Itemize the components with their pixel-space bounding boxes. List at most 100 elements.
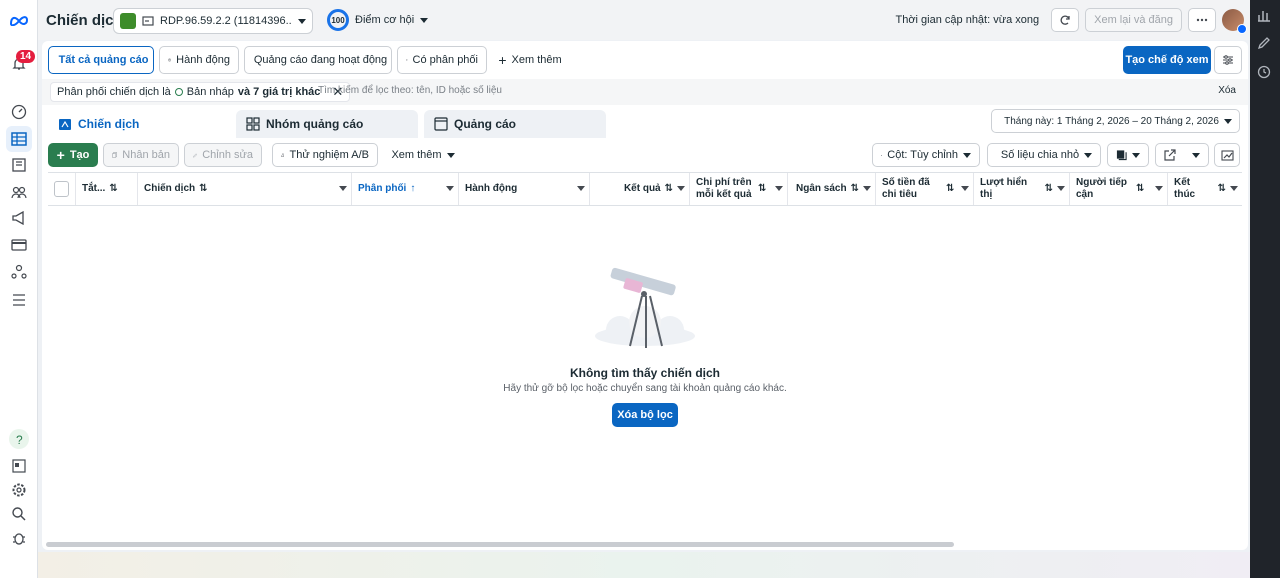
account-selector[interactable]: RDP.96.59.2.2 (11814396... [113,8,313,34]
chevron-down-icon [298,18,306,24]
see-more-filters-button[interactable]: + Xem thêm [492,46,568,74]
actions-view-button[interactable]: Hành động [159,46,239,74]
edit-button[interactable]: Chỉnh sửa [184,143,262,167]
tab-ads[interactable]: Quảng cáo [424,110,606,138]
settings-gear-icon[interactable] [9,480,29,500]
active-ads-button[interactable]: Quảng cáo đang hoạt động [244,46,392,74]
column-reach[interactable]: Người tiếp cận ⇅ [1070,173,1168,205]
ad-window-icon [434,117,448,131]
tab-campaigns[interactable]: Chiến dịch [48,110,230,138]
draft-status-icon [174,88,183,96]
level-tabs: Chiến dịch Nhóm quảng cáo Quảng cáo Thán… [42,109,1248,138]
clock-icon[interactable] [1257,65,1273,81]
select-all-checkbox[interactable] [48,173,76,205]
help-icon[interactable]: ? [9,429,29,449]
column-all[interactable]: Tắt... ⇅ [76,173,138,205]
book-icon[interactable] [9,155,29,175]
date-range-picker[interactable]: Tháng này: 1 Tháng 2, 2026 – 20 Tháng 2,… [991,109,1240,133]
profile-avatar[interactable] [1222,9,1247,34]
bug-report-icon[interactable] [9,528,29,548]
ab-test-label: Thử nghiệm A/B [289,149,369,161]
column-ends[interactable]: Kết thúc ⇅ [1168,173,1242,205]
more-options-button[interactable] [1188,8,1216,32]
sort-icon: ⇅ [758,183,767,194]
charts-toggle-button[interactable] [1214,143,1240,167]
account-name: RDP.96.59.2.2 (11814396... [160,15,292,27]
envelope-icon [406,59,408,61]
export-button[interactable] [1155,143,1209,167]
column-delivery[interactable]: Phân phối ↑ [352,173,459,205]
columns-dropdown[interactable]: Cột: Tùy chỉnh [872,143,980,167]
clear-filters-button[interactable]: Xóa bộ lọc [612,403,678,427]
business-users-icon[interactable] [9,262,29,282]
delivering-button[interactable]: Có phân phối [397,46,487,74]
column-impressions[interactable]: Lượt hiển thị ⇅ [974,173,1070,205]
sort-icon: ⇅ [850,183,859,194]
account-thumbnail [120,13,136,29]
active-ads-label: Quảng cáo đang hoạt động [253,54,388,66]
horizontal-scrollbar[interactable] [46,542,954,547]
create-button[interactable]: + Tạo [48,143,98,167]
column-budget[interactable]: Ngân sách ⇅ [788,173,876,205]
chip-more-values: và 7 giá trị khác [237,86,321,98]
breakdown-dropdown[interactable]: Số liệu chia nhỏ [987,143,1101,167]
view-settings-button[interactable] [1214,46,1242,74]
chart-bars-icon[interactable] [1257,8,1273,24]
notification-count-badge: 14 [16,50,36,63]
menu-icon[interactable] [9,290,29,310]
column-all-label: Tắt... [82,183,106,194]
score-label: Điểm cơ hội [355,14,415,26]
chevron-down-icon [446,152,455,158]
see-more-label: Xem thêm [511,54,562,66]
column-results[interactable]: Kết quả ⇅ [590,173,690,205]
ab-test-button[interactable]: Thử nghiệm A/B [272,143,378,167]
news-icon[interactable] [9,456,29,476]
tab-adsets[interactable]: Nhóm quảng cáo [236,110,418,138]
chip-prefix: Phân phối chiến dịch là [57,86,171,98]
plus-icon: + [498,52,507,68]
column-cost-per-result[interactable]: Chi phí trên mỗi kết quả ⇅ [690,173,788,205]
tab-campaigns-label: Chiến dịch [78,117,140,131]
dashboard-icon[interactable] [9,102,29,122]
chevron-down-icon [577,186,585,191]
page-title: Chiến dịch [46,11,123,29]
column-campaign-label: Chiến dịch [144,183,196,194]
chip-draft-value: Bản nháp [186,86,234,98]
create-view-button[interactable]: Tạo chế độ xem [1123,46,1211,74]
column-ends-label: Kết thúc [1174,177,1196,200]
empty-state: Không tìm thấy chiến dịch Hãy thử gỡ bộ … [42,266,1248,427]
left-nav: 14 ? [0,0,38,578]
pencil-icon [193,152,198,158]
all-ads-label: Tất cả quảng cáo [58,54,149,66]
review-publish-button[interactable]: Xem lại và đăng [1085,8,1182,32]
all-ads-tab[interactable]: Tất cả quảng cáo [48,46,154,74]
chevron-down-icon [1084,152,1093,158]
refresh-button[interactable] [1051,8,1080,32]
svg-text:?: ? [16,433,23,446]
campaigns-table-icon[interactable] [6,126,32,152]
duplicate-button[interactable]: Nhân bản [103,143,179,167]
plus-icon: + [56,147,65,163]
opportunity-score[interactable]: 100 Điểm cơ hội [327,9,429,31]
megaphone-icon[interactable] [9,208,29,228]
column-reach-label: Người tiếp cận [1076,177,1128,200]
reports-dropdown[interactable] [1107,143,1149,167]
meta-logo-icon[interactable] [9,10,29,30]
search-icon[interactable] [9,504,29,524]
tab-adsets-label: Nhóm quảng cáo [266,117,364,131]
column-campaign[interactable]: Chiến dịch ⇅ [138,173,352,205]
chevron-down-icon [961,186,969,191]
filter-search-input[interactable]: Tìm kiếm để lọc theo: tên, ID hoặc số li… [318,85,502,96]
delivery-filter-chip[interactable]: Phân phối chiến dịch là Bản nháp và 7 gi… [50,82,351,102]
sort-icon: ⇅ [1044,183,1053,194]
flask-icon [281,153,285,157]
audience-icon[interactable] [9,182,29,202]
clear-filters-link[interactable]: Xóa [1218,85,1236,96]
column-amount-spent[interactable]: Số tiền đã chi tiêu ⇅ [876,173,974,205]
more-actions-dropdown[interactable]: Xem thêm [385,143,461,167]
pencil-icon[interactable] [1257,36,1273,52]
column-spent-label: Số tiền đã chi tiêu [882,177,930,200]
billing-card-icon[interactable] [9,235,29,255]
column-actions[interactable]: Hành động [459,173,590,205]
chevron-down-icon [1155,186,1163,191]
